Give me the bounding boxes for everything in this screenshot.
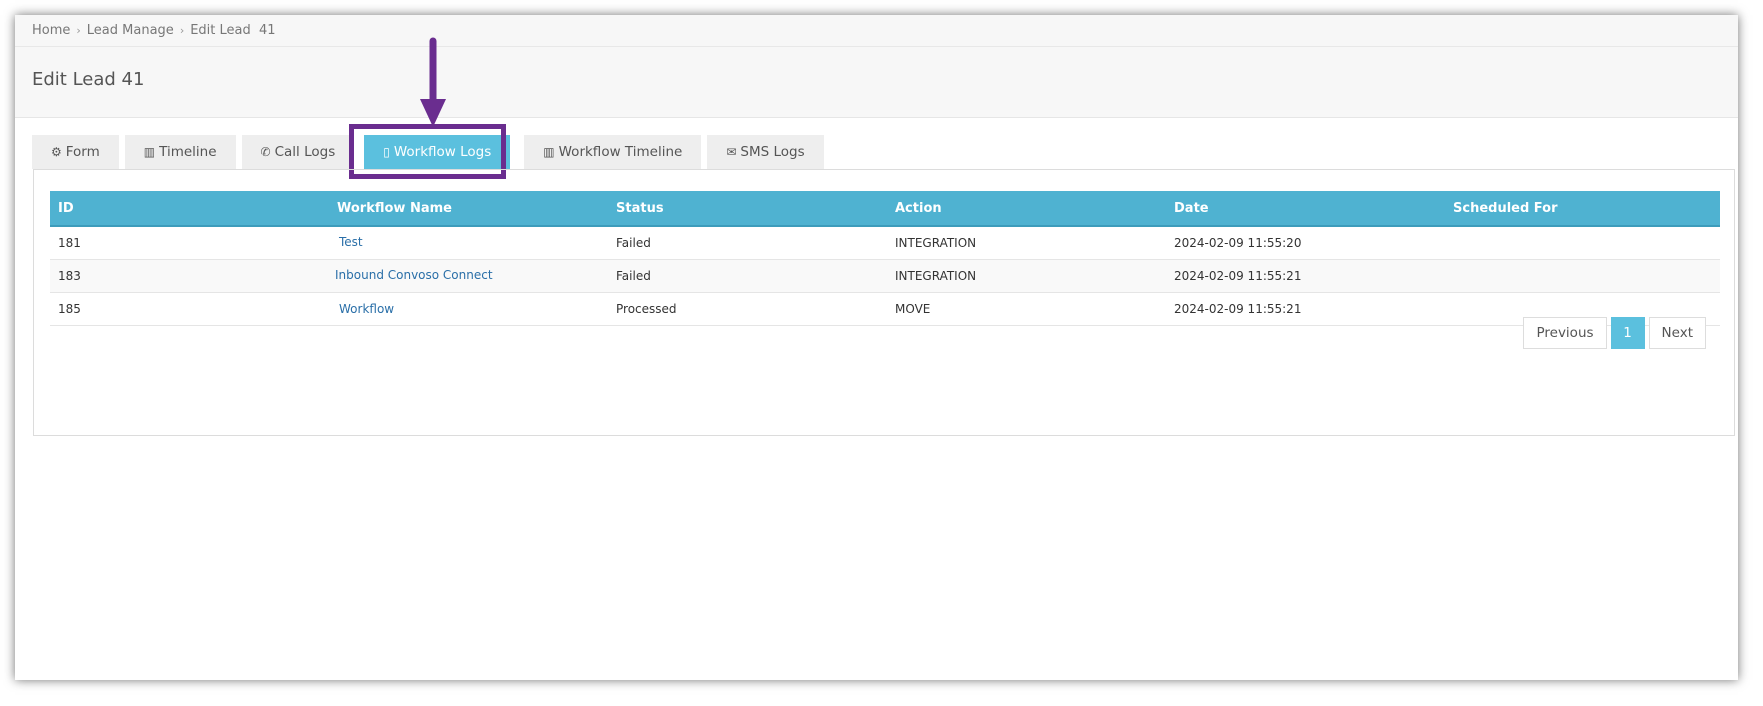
next-page-button[interactable]: Next	[1648, 317, 1706, 349]
table-row: 181 Test Failed INTEGRATION 2024-02-09 1…	[50, 226, 1720, 260]
pagination: Previous 1 Next	[1523, 317, 1706, 349]
page-1-button[interactable]: 1	[1610, 317, 1645, 349]
column-header-action[interactable]: Action	[887, 191, 1166, 227]
breadcrumb-separator: ›	[179, 24, 185, 37]
file-icon: ▯	[383, 145, 390, 159]
workflow-logs-table: ID Workflow Name Status Action Date Sche…	[50, 191, 1720, 326]
cell-id: 183	[50, 259, 329, 293]
gears-icon: ⚙	[51, 145, 62, 159]
page-title: Edit Lead 41	[32, 69, 145, 90]
tab-sms-logs[interactable]: ✉ SMS Logs	[707, 135, 824, 169]
cell-date: 2024-02-09 11:55:21	[1166, 259, 1445, 293]
column-header-date[interactable]: Date	[1166, 191, 1445, 227]
tab-bar: ⚙ Form ▥ Timeline ✆ Call Logs ▯ Workflow…	[32, 135, 830, 169]
cell-workflow-name: Inbound Convoso Connect	[329, 259, 608, 293]
tab-form[interactable]: ⚙ Form	[32, 135, 119, 169]
tab-label: Workflow Logs	[393, 144, 492, 160]
column-header-id[interactable]: ID	[50, 191, 329, 227]
cell-date: 2024-02-09 11:55:21	[1166, 292, 1445, 326]
cell-id: 181	[50, 226, 329, 260]
bar-chart-icon: ▥	[143, 145, 156, 159]
tab-call-logs[interactable]: ✆ Call Logs	[241, 135, 355, 169]
breadcrumb-home[interactable]: Home	[32, 23, 70, 38]
table-row: 183 Inbound Convoso Connect Failed INTEG…	[50, 259, 1720, 293]
cell-workflow-name: Workflow	[329, 292, 608, 326]
cell-status: Failed	[608, 259, 887, 293]
tab-label: Workflow Timeline	[558, 144, 683, 160]
previous-page-button[interactable]: Previous	[1523, 317, 1607, 349]
bar-chart-icon: ▥	[543, 145, 555, 159]
tab-timeline[interactable]: ▥ Timeline	[124, 135, 236, 169]
column-header-scheduled-for[interactable]: Scheduled For	[1445, 191, 1720, 227]
app-window: Home › Lead Manage › Edit Lead 41 Edit L…	[15, 15, 1738, 680]
cell-status: Failed	[608, 226, 887, 260]
page-header: Home › Lead Manage › Edit Lead 41 Edit L…	[15, 15, 1738, 118]
workflow-link[interactable]: Inbound Convoso Connect	[335, 268, 493, 282]
cell-action: INTEGRATION	[887, 259, 1166, 293]
breadcrumb-separator: ›	[76, 24, 81, 37]
cell-scheduled-for	[1445, 226, 1720, 260]
breadcrumb: Home › Lead Manage › Edit Lead 41	[32, 23, 276, 38]
column-header-workflow-name[interactable]: Workflow Name	[329, 191, 608, 227]
tab-label: Timeline	[159, 144, 217, 160]
cell-date: 2024-02-09 11:55:20	[1166, 226, 1445, 260]
tab-label: Call Logs	[274, 144, 336, 160]
cell-workflow-name: Test	[329, 226, 608, 260]
cell-action: MOVE	[887, 292, 1166, 326]
divider	[15, 46, 1738, 47]
breadcrumb-current: Edit Lead 41	[190, 23, 276, 38]
tab-label: Form	[65, 144, 100, 160]
workflow-logs-panel: ID Workflow Name Status Action Date Sche…	[33, 169, 1735, 436]
phone-icon: ✆	[260, 145, 271, 159]
workflow-link[interactable]: Test	[339, 235, 363, 249]
column-header-status[interactable]: Status	[608, 191, 887, 227]
envelope-icon: ✉	[726, 145, 737, 159]
workflow-link[interactable]: Workflow	[339, 302, 394, 316]
table-row: 185 Workflow Processed MOVE 2024-02-09 1…	[50, 292, 1720, 326]
cell-status: Processed	[608, 292, 887, 326]
table-header-row: ID Workflow Name Status Action Date Sche…	[50, 191, 1720, 227]
cell-action: INTEGRATION	[887, 226, 1166, 260]
breadcrumb-lead-manage[interactable]: Lead Manage	[87, 23, 174, 38]
cell-id: 185	[50, 292, 329, 326]
tab-workflow-timeline[interactable]: ▥ Workflow Timeline	[524, 135, 702, 169]
tab-label: SMS Logs	[740, 144, 805, 160]
annotation-arrow-icon	[420, 37, 446, 127]
tab-workflow-logs[interactable]: ▯ Workflow Logs	[364, 135, 511, 169]
cell-scheduled-for	[1445, 259, 1720, 293]
